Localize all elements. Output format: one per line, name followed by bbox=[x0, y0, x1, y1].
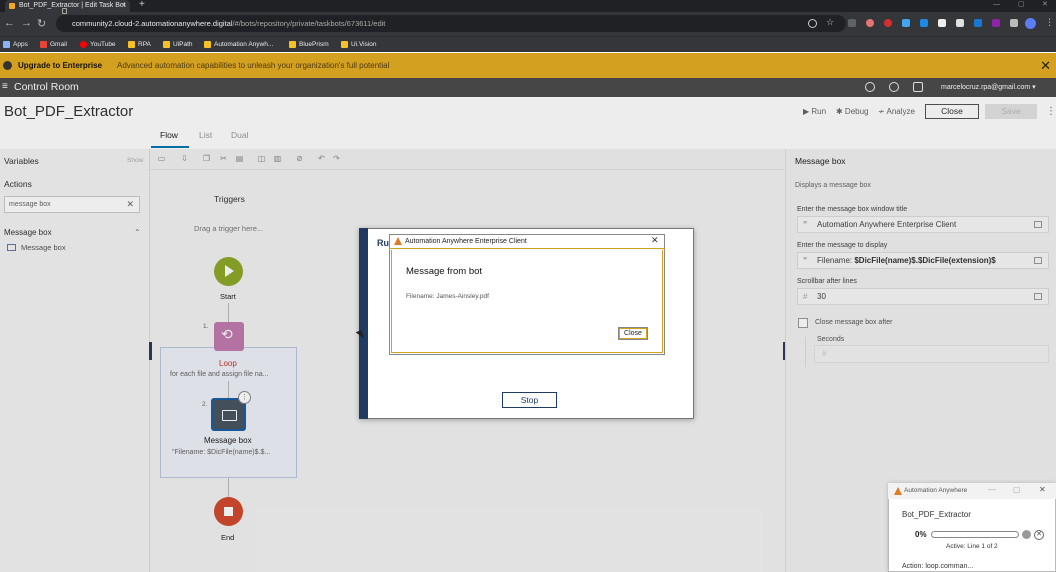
window-minimize-icon[interactable]: — bbox=[993, 0, 1000, 10]
forward-icon[interactable]: → bbox=[21, 17, 32, 29]
chrome-menu-icon[interactable]: ⋮ bbox=[1045, 17, 1054, 28]
apps-icon bbox=[3, 41, 10, 48]
url-bar[interactable]: community2.cloud-2.automationanywhere.di… bbox=[56, 15, 846, 32]
minimize-icon[interactable]: — bbox=[988, 485, 996, 494]
stop-icon[interactable]: ✕ bbox=[1034, 530, 1044, 540]
extension-icon[interactable] bbox=[992, 19, 1000, 27]
globe-icon[interactable] bbox=[889, 82, 899, 92]
upgrade-description: Advanced automation capabilities to unle… bbox=[117, 61, 390, 70]
aa-favicon-icon bbox=[9, 3, 15, 9]
dialog-close-icon[interactable]: ✕ bbox=[651, 235, 659, 246]
message-text: Filename: James-Ainsley.pdf bbox=[406, 293, 489, 300]
youtube-icon bbox=[80, 41, 87, 48]
folder-icon bbox=[289, 41, 296, 48]
bookmark-youtube[interactable]: YouTube bbox=[80, 39, 116, 50]
new-tab-button[interactable]: + bbox=[139, 0, 145, 10]
progress-bar bbox=[931, 531, 1019, 538]
message-dialog-titlebar: Automation Anywhere Enterprise Client bbox=[389, 234, 665, 249]
stop-button[interactable]: Stop bbox=[502, 392, 557, 408]
control-room-nav: ≡ Control Room marcelocruz.rpa@gmail.com… bbox=[0, 78, 1056, 97]
control-room-title: Control Room bbox=[14, 81, 79, 93]
progress-percent: 0% bbox=[915, 530, 927, 539]
extension-icon[interactable] bbox=[920, 19, 928, 27]
help-icon[interactable] bbox=[865, 82, 875, 92]
user-menu[interactable]: marcelocruz.rpa@gmail.com ▾ bbox=[941, 83, 1036, 91]
browser-tabstrip: Bot_PDF_Extractor | Edit Task Bot × + — … bbox=[0, 0, 1056, 12]
star-icon[interactable]: ☆ bbox=[826, 17, 834, 28]
progress-window-titlebar: Automation Anywhere bbox=[888, 483, 1056, 499]
folder-icon bbox=[163, 41, 170, 48]
maximize-icon[interactable]: ▢ bbox=[1013, 485, 1021, 494]
zoom-icon[interactable] bbox=[808, 19, 817, 28]
browser-addressbar: ← → ↻ community2.cloud-2.automationanywh… bbox=[0, 12, 1056, 36]
bookmark-automation-anywhere[interactable]: Automation Anywh... bbox=[204, 39, 273, 50]
pause-icon[interactable] bbox=[1022, 530, 1031, 539]
bookmark-rpa[interactable]: RPA bbox=[128, 39, 151, 50]
gmail-icon bbox=[40, 41, 47, 48]
runner-title: Ru bbox=[377, 238, 389, 248]
extension-icon[interactable] bbox=[848, 19, 856, 27]
extension-icon[interactable] bbox=[956, 19, 964, 27]
bookmarks-bar: Apps Gmail YouTube RPA UiPath Automation… bbox=[0, 36, 1056, 52]
runner-accent-bar bbox=[359, 228, 368, 419]
hamburger-menu-icon[interactable]: ≡ bbox=[2, 81, 8, 92]
extension-icon[interactable] bbox=[974, 19, 982, 27]
active-line: Active: Line 1 of 2 bbox=[946, 543, 998, 550]
bookmark-uivision[interactable]: Ui.Vision bbox=[341, 39, 377, 50]
automation-anywhere-logo-icon bbox=[394, 237, 403, 246]
upgrade-banner: Upgrade to Enterprise Advanced automatio… bbox=[0, 53, 1056, 78]
dialog-close-button[interactable]: Close bbox=[618, 327, 648, 340]
extension-icon[interactable] bbox=[902, 19, 910, 27]
close-icon[interactable]: ✕ bbox=[1039, 485, 1046, 494]
banner-close-icon[interactable]: ✕ bbox=[1040, 53, 1051, 78]
extension-icon[interactable] bbox=[866, 19, 874, 27]
running-bot-name: Bot_PDF_Extractor bbox=[902, 510, 971, 519]
bot-agent-icon[interactable] bbox=[913, 82, 923, 92]
upgrade-link[interactable]: Upgrade to Enterprise bbox=[18, 53, 102, 78]
reload-icon[interactable]: ↻ bbox=[37, 17, 46, 30]
folder-icon bbox=[128, 41, 135, 48]
current-action: Action: loop.comman... bbox=[902, 563, 974, 570]
bookmark-gmail[interactable]: Gmail bbox=[40, 39, 67, 50]
tab-title: Bot_PDF_Extractor | Edit Task Bot bbox=[19, 2, 126, 9]
window-maximize-icon[interactable]: ▢ bbox=[1018, 0, 1025, 10]
url-path: /#/bots/repository/private/taskbots/6736… bbox=[232, 19, 386, 28]
upgrade-icon bbox=[3, 61, 12, 70]
bookmark-blueprism[interactable]: BluePrism bbox=[289, 39, 329, 50]
bookmark-uipath[interactable]: UiPath bbox=[163, 39, 193, 50]
tab-close-icon[interactable]: × bbox=[122, 0, 126, 12]
extension-icon[interactable] bbox=[884, 19, 892, 27]
folder-icon bbox=[204, 41, 211, 48]
url-host: community2.cloud-2.automationanywhere.di… bbox=[72, 19, 233, 28]
lock-icon bbox=[62, 8, 67, 14]
window-close-icon[interactable]: ✕ bbox=[1042, 0, 1048, 10]
avatar[interactable] bbox=[1025, 18, 1036, 29]
bookmark-apps[interactable]: Apps bbox=[3, 39, 28, 50]
back-icon[interactable]: ← bbox=[4, 17, 15, 29]
puzzle-icon[interactable] bbox=[1010, 19, 1018, 27]
extension-icon[interactable] bbox=[938, 19, 946, 27]
browser-tab[interactable]: Bot_PDF_Extractor | Edit Task Bot × bbox=[5, 0, 130, 12]
message-heading: Message from bot bbox=[406, 266, 483, 277]
folder-icon bbox=[341, 41, 348, 48]
